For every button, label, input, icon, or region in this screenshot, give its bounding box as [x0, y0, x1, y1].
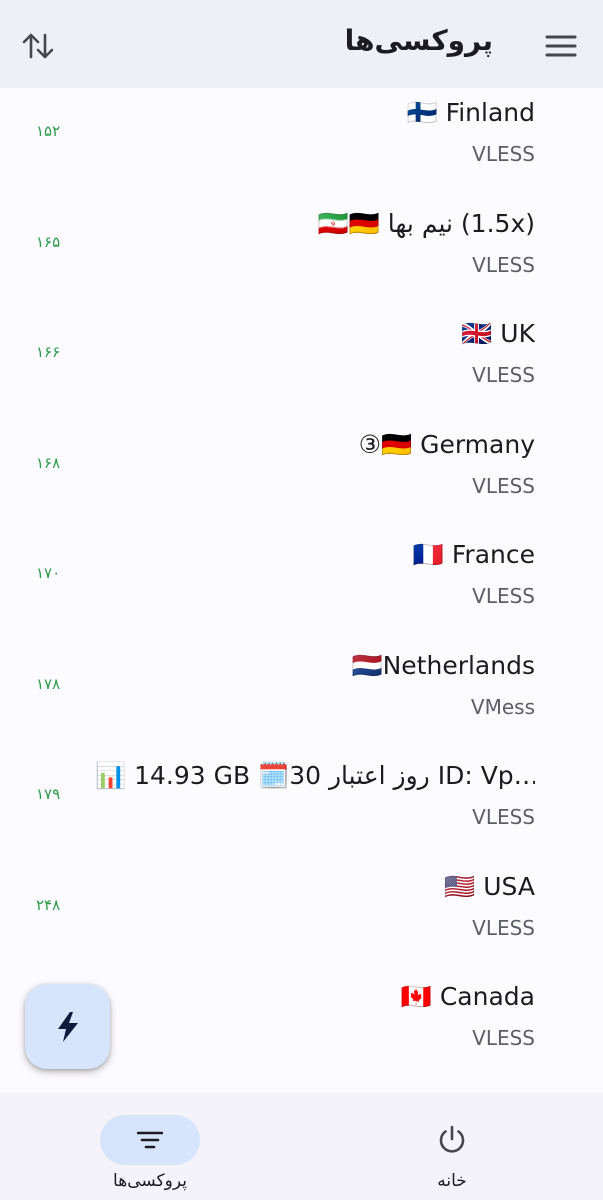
- proxy-protocol: VLESS: [472, 1026, 535, 1050]
- proxy-name: ③🇩🇪 Germany: [358, 429, 535, 459]
- proxy-row[interactable]: ۱۵۲ 🇫🇮 Finland VLESS: [0, 88, 603, 199]
- sort-button[interactable]: [18, 26, 58, 66]
- power-icon: [439, 1125, 465, 1153]
- proxy-name: 🇫🇷 France: [412, 540, 535, 569]
- ping-value: ۱۶۶: [36, 343, 61, 361]
- ping-value: ۱۷۹: [36, 785, 61, 803]
- ping-value: ۱۷۰: [36, 564, 61, 582]
- ping-value: ۲۴۸: [36, 895, 61, 914]
- ping-value: ۱۵۲: [36, 122, 61, 140]
- ping-value: ۱۷۸: [36, 674, 61, 693]
- proxy-name: 🇳🇱Netherlands: [351, 650, 535, 680]
- nav-active-indicator: [100, 1115, 200, 1165]
- hamburger-menu-icon: [545, 35, 577, 57]
- app-root: پروکسی‌ها ۱۵۲ 🇫🇮 Finland VLESS ۱۶۵ 🇮🇷🇩🇪 …: [0, 0, 603, 1200]
- connect-fab[interactable]: [25, 984, 110, 1069]
- proxy-name: 🇬🇧 UK: [461, 319, 535, 348]
- nav-proxies[interactable]: پروکسی‌ها: [50, 1093, 250, 1200]
- proxy-protocol: VLESS: [472, 584, 535, 608]
- proxy-row[interactable]: ۱۷۹ 📊 14.93 GB 🗓️30 روز اعتبار ID: Vp… V…: [0, 751, 603, 862]
- swap-vertical-icon: [22, 33, 54, 59]
- proxy-protocol: VLESS: [472, 473, 535, 498]
- proxy-name: 🇮🇷🇩🇪 نیم بها (1.5x): [317, 208, 535, 238]
- proxy-protocol: VMess: [470, 694, 535, 719]
- proxy-protocol: VLESS: [472, 915, 535, 940]
- nav-proxies-label: پروکسی‌ها: [113, 1171, 187, 1191]
- bottom-navigation: پروکسی‌ها خانه: [0, 1093, 603, 1200]
- proxy-name: 🇫🇮 Finland: [406, 98, 535, 127]
- page-title: پروکسی‌ها: [344, 24, 493, 57]
- ping-value: ۱۶۵: [36, 232, 61, 251]
- proxy-protocol: VLESS: [472, 363, 535, 387]
- nav-home-label: خانه: [437, 1171, 467, 1191]
- proxy-row[interactable]: ۱۷۰ 🇫🇷 France VLESS: [0, 530, 603, 641]
- proxy-name: 📊 14.93 GB 🗓️30 روز اعتبار ID: Vp…: [95, 761, 535, 790]
- proxy-protocol: VLESS: [472, 142, 535, 166]
- proxy-row[interactable]: ۱۷۸ 🇳🇱Netherlands VMess: [0, 641, 603, 752]
- top-app-bar: پروکسی‌ها: [0, 0, 603, 88]
- proxy-row[interactable]: ۱۶۸ ③🇩🇪 Germany VLESS: [0, 420, 603, 531]
- nav-home[interactable]: خانه: [352, 1093, 552, 1200]
- proxy-name: 🇺🇸 USA: [444, 871, 535, 901]
- lightning-bolt-icon: [57, 1011, 78, 1042]
- proxy-protocol: VLESS: [472, 805, 535, 829]
- proxy-row[interactable]: ۱۶۶ 🇬🇧 UK VLESS: [0, 309, 603, 420]
- proxy-list: ۱۵۲ 🇫🇮 Finland VLESS ۱۶۵ 🇮🇷🇩🇪 نیم بها (1…: [0, 88, 603, 1083]
- nav-home-icon-wrap: [402, 1115, 502, 1165]
- menu-button[interactable]: [541, 28, 581, 64]
- proxy-row[interactable]: ۱۶۵ 🇮🇷🇩🇪 نیم بها (1.5x) VLESS: [0, 199, 603, 310]
- proxy-row[interactable]: ۲۴۸ 🇺🇸 USA VLESS: [0, 862, 603, 973]
- proxy-protocol: VLESS: [472, 252, 535, 277]
- filter-list-icon: [137, 1131, 163, 1149]
- proxy-name: 🇨🇦 Canada: [400, 982, 535, 1011]
- ping-value: ۱۶۸: [36, 453, 61, 472]
